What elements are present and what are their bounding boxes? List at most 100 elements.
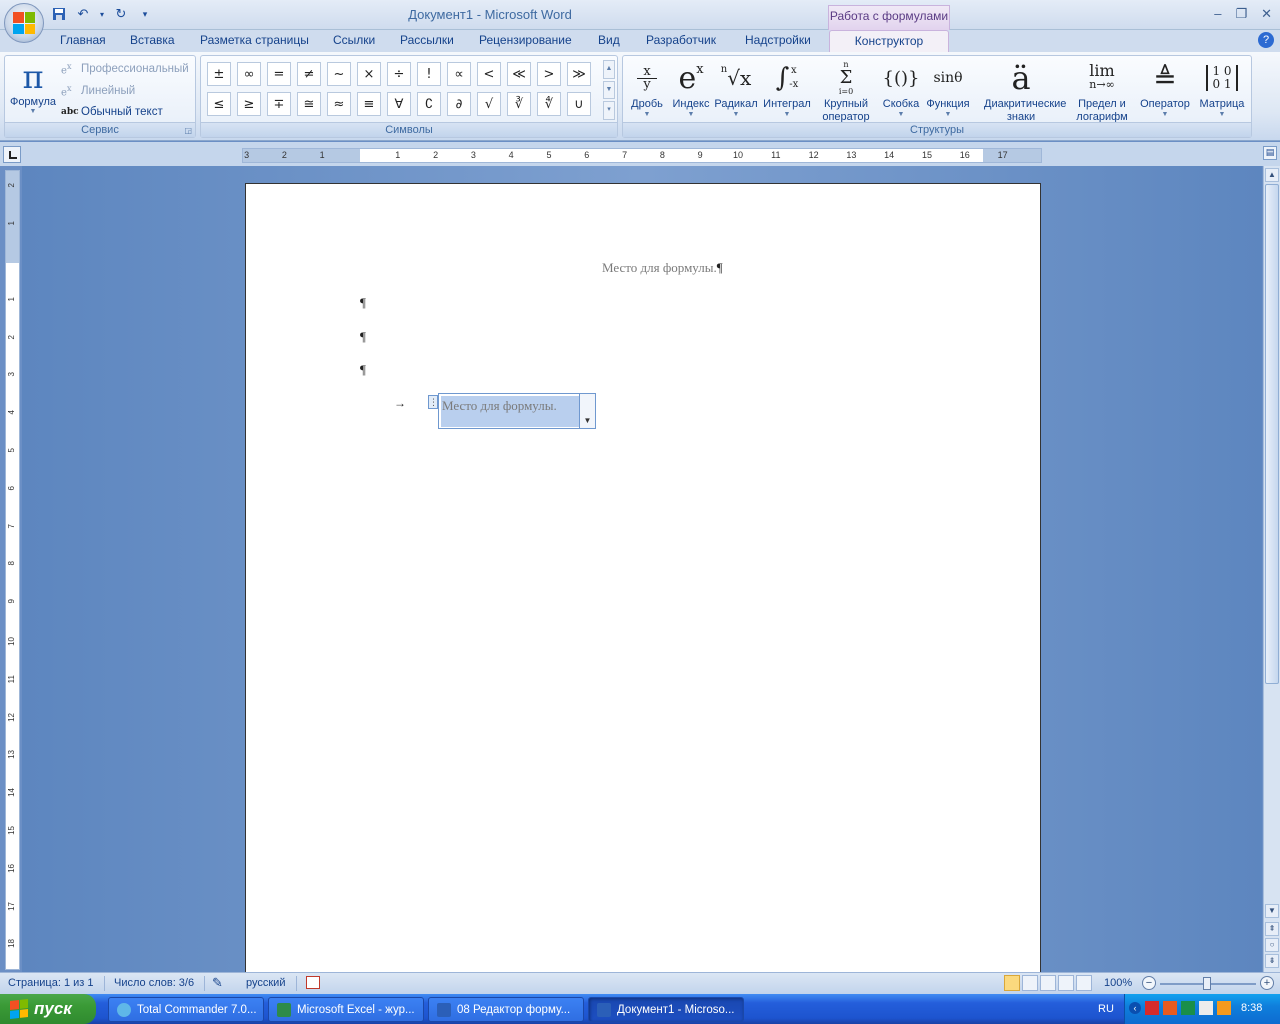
view-ruler-icon[interactable]: ▤ xyxy=(1263,146,1277,160)
language-indicator[interactable]: русский xyxy=(246,977,285,989)
script-button[interactable]: ex Индекс ▼ xyxy=(669,58,713,119)
next-page-icon[interactable]: ⇟ xyxy=(1265,954,1279,968)
full-screen-reading-icon[interactable] xyxy=(1022,975,1038,991)
operator-button[interactable]: ≜ Оператор ▼ xyxy=(1137,58,1193,119)
browse-object-icon[interactable]: ○ xyxy=(1265,938,1279,952)
symbol-button[interactable]: ∁ xyxy=(417,92,441,116)
symbol-button[interactable]: × xyxy=(357,62,381,86)
tab-insert[interactable]: Вставка xyxy=(130,33,175,47)
matrix-button[interactable]: 1 0 0 1 Матрица ▼ xyxy=(1195,58,1249,119)
tray-app-icon[interactable] xyxy=(1199,1001,1213,1015)
symbol-button[interactable]: ∓ xyxy=(267,92,291,116)
symbol-button[interactable]: ≫ xyxy=(567,62,591,86)
task-excel[interactable]: Microsoft Excel - жур... xyxy=(268,997,424,1022)
tab-references[interactable]: Ссылки xyxy=(333,33,375,47)
tab-selector-icon[interactable] xyxy=(3,146,21,163)
tab-review[interactable]: Рецензирование xyxy=(479,33,572,47)
symbol-button[interactable]: ∞ xyxy=(237,62,261,86)
tray-app-icon[interactable] xyxy=(1181,1001,1195,1015)
help-icon[interactable]: ? xyxy=(1258,32,1274,48)
office-button[interactable] xyxy=(4,3,44,43)
web-layout-icon[interactable] xyxy=(1040,975,1056,991)
page-indicator[interactable]: Страница: 1 из 1 xyxy=(8,977,94,989)
symbol-button[interactable]: ≡ xyxy=(357,92,381,116)
horizontal-ruler[interactable]: 3 2 1 1 2 3 4 5 6 7 8 9 10 11 12 13 14 15 16 17 xyxy=(242,148,1042,163)
clock[interactable]: 8:38 xyxy=(1241,1002,1262,1014)
scroll-up-icon[interactable]: ▲ xyxy=(1265,168,1279,182)
symbol-button[interactable]: ∪ xyxy=(567,92,591,116)
symbol-button[interactable]: ! xyxy=(417,62,441,86)
document-page[interactable]: Место для формулы.¶ ¶ ¶ ¶ → xyxy=(245,183,1041,983)
plain-text-button[interactable]: abc Обычный текст xyxy=(61,106,163,118)
language-bar[interactable]: RU xyxy=(1098,1003,1114,1015)
gallery-up-icon[interactable]: ▲ xyxy=(603,60,615,79)
professional-button[interactable]: ex Профессиональный xyxy=(61,61,189,76)
outline-icon[interactable] xyxy=(1058,975,1074,991)
symbol-button[interactable]: ∂ xyxy=(447,92,471,116)
task-word-editor[interactable]: 08 Редактор форму... xyxy=(428,997,584,1022)
symbol-button[interactable]: ÷ xyxy=(387,62,411,86)
tab-home[interactable]: Главная xyxy=(60,33,106,47)
symbol-button[interactable]: ≠ xyxy=(297,62,321,86)
tab-addins[interactable]: Надстройки xyxy=(745,33,811,47)
draft-icon[interactable] xyxy=(1076,975,1092,991)
macro-record-icon[interactable] xyxy=(306,976,320,989)
vertical-scrollbar[interactable]: ▲ ▼ ⇞ ○ ⇟ xyxy=(1263,166,1280,972)
equation-selection[interactable]: Место для формулы. xyxy=(441,396,579,427)
equation-move-handle-icon[interactable]: ⋮ xyxy=(428,395,438,409)
tray-expand-icon[interactable]: ‹ xyxy=(1129,1002,1141,1014)
dialog-launcher-icon[interactable]: ◲ xyxy=(184,126,192,135)
previous-page-icon[interactable]: ⇞ xyxy=(1265,922,1279,936)
function-button[interactable]: sinθ Функция ▼ xyxy=(923,58,973,118)
vertical-ruler[interactable]: 2 1 1 2 3 4 5 6 7 8 9 10 11 12 13 14 15 16 17 18 xyxy=(5,170,20,970)
tray-app-icon[interactable] xyxy=(1217,1001,1231,1015)
symbol-button[interactable]: ≅ xyxy=(297,92,321,116)
start-button[interactable]: пуск xyxy=(0,994,96,1024)
limit-button[interactable]: lim n→∞ Предел и логарифм xyxy=(1069,58,1135,124)
zoom-level[interactable]: 100% xyxy=(1104,977,1132,989)
integral-button[interactable]: ∫ x -x Интеграл ▼ xyxy=(760,58,814,118)
symbol-button[interactable]: ≈ xyxy=(327,92,351,116)
radical-button[interactable]: n √x Радикал ▼ xyxy=(713,58,759,118)
symbol-button[interactable]: ∛ xyxy=(507,92,531,116)
bracket-button[interactable]: {()} Скобка ▼ xyxy=(879,58,923,119)
symbol-button[interactable]: ≥ xyxy=(237,92,261,116)
formula-placeholder[interactable]: Место для формулы. xyxy=(602,260,717,275)
scroll-thumb[interactable] xyxy=(1265,184,1279,684)
symbol-button[interactable]: ∝ xyxy=(447,62,471,86)
equation-options-icon[interactable]: ▼ xyxy=(579,394,595,428)
task-document1[interactable]: Документ1 - Microso... xyxy=(588,997,744,1022)
word-count[interactable]: Число слов: 3/6 xyxy=(114,977,194,989)
symbol-button[interactable]: ~ xyxy=(327,62,351,86)
zoom-in-icon[interactable]: + xyxy=(1260,976,1274,990)
equation-editor-box[interactable]: ⋮ Место для формулы. ▼ xyxy=(428,393,596,429)
symbol-button[interactable]: > xyxy=(537,62,561,86)
symbol-button[interactable]: = xyxy=(267,62,291,86)
symbol-button[interactable]: < xyxy=(477,62,501,86)
gallery-down-icon[interactable]: ▼ xyxy=(603,80,615,100)
zoom-out-icon[interactable]: − xyxy=(1142,976,1156,990)
scroll-down-icon[interactable]: ▼ xyxy=(1265,904,1279,918)
accent-button[interactable]: ä Диакритические знаки xyxy=(973,58,1069,124)
task-total-commander[interactable]: Total Commander 7.0... xyxy=(108,997,264,1022)
symbol-button[interactable]: ≤ xyxy=(207,92,231,116)
print-layout-icon[interactable] xyxy=(1004,975,1020,991)
fraction-button[interactable]: x y Дробь ▼ xyxy=(627,58,667,119)
antivirus-icon[interactable] xyxy=(1145,1001,1159,1015)
symbol-button[interactable]: ≪ xyxy=(507,62,531,86)
equation-placeholder[interactable]: Место для формулы. xyxy=(442,398,557,414)
tab-design[interactable]: Конструктор xyxy=(829,30,949,52)
linear-button[interactable]: ex Линейный xyxy=(61,83,135,98)
tab-view[interactable]: Вид xyxy=(598,33,620,47)
tray-app-icon[interactable] xyxy=(1163,1001,1177,1015)
large-operator-button[interactable]: n Σ i=0 Крупный оператор xyxy=(815,58,877,124)
tab-mailings[interactable]: Рассылки xyxy=(400,33,454,47)
tab-page-layout[interactable]: Разметка страницы xyxy=(200,33,309,47)
tab-developer[interactable]: Разработчик xyxy=(646,33,716,47)
symbol-button[interactable]: ∜ xyxy=(537,92,561,116)
formula-button[interactable]: π Формула ▼ xyxy=(9,58,57,115)
minimize-icon[interactable]: – xyxy=(1214,6,1221,22)
maximize-icon[interactable]: ❐ xyxy=(1235,6,1247,22)
proofing-icon[interactable]: ✎ xyxy=(212,975,223,991)
symbol-button[interactable]: √ xyxy=(477,92,501,116)
